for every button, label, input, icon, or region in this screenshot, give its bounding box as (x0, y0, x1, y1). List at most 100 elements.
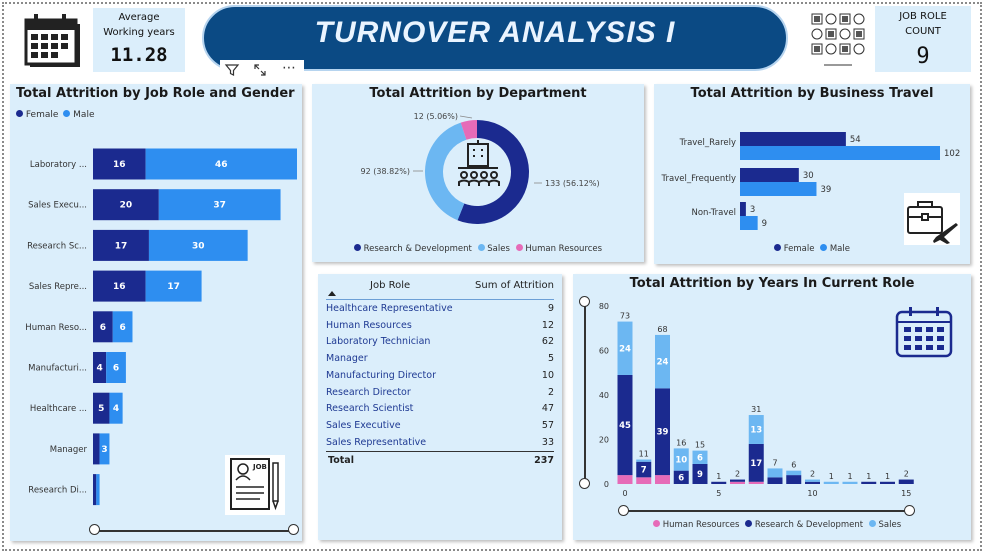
sort-arrow-icon[interactable] (328, 291, 336, 296)
data-label-male: 4 (113, 404, 119, 414)
data-label-male: 9 (762, 219, 767, 229)
table-cell-role: Manufacturing Director (326, 369, 436, 381)
data-label-male: 6 (113, 364, 119, 374)
bar-segment (767, 468, 783, 478)
table-cell-role: Research Scientist (326, 403, 414, 415)
svg-text:JOB: JOB (252, 463, 267, 471)
data-label-total: 6 (791, 461, 796, 470)
data-label-segment: 10 (675, 456, 687, 466)
data-label-segment: 39 (657, 428, 669, 438)
table-header-job-role[interactable]: Job Role (370, 280, 410, 291)
legend-yr-sales-label: Sales (878, 520, 902, 530)
bar-segment (748, 481, 764, 484)
y-tick-label: Non-Travel (691, 208, 736, 218)
more-options-icon[interactable]: ⋯ (279, 61, 299, 78)
x-tick-label: 10 (807, 489, 817, 498)
table-cell-value: 47 (541, 403, 554, 415)
table-total-divider (326, 451, 554, 452)
data-label-segment: 6 (697, 453, 703, 463)
y-tick-label: Sales Execu... (28, 201, 87, 211)
slice-label-sales: 92 (38.82%) (361, 167, 410, 176)
legend-dot-yr-rd (745, 520, 753, 527)
data-label-total: 7 (772, 458, 777, 467)
data-label-total: 16 (676, 438, 686, 447)
bar-female (740, 202, 746, 216)
slice-label-rd: 133 (56.12%) (545, 179, 600, 188)
table-cell-value: 9 (547, 303, 554, 314)
job-role-gender-title: Total Attrition by Job Role and Gender (16, 86, 295, 101)
bar-segment (786, 475, 802, 484)
data-label-male: 6 (119, 323, 125, 333)
years-horizontal-slider[interactable] (618, 505, 915, 516)
data-label-total: 1 (716, 472, 721, 481)
data-label-total: 2 (810, 470, 815, 479)
bar-segment (805, 479, 820, 482)
data-label-segment: 24 (619, 344, 631, 354)
job-role-range-slider[interactable] (89, 524, 299, 535)
hslider-handle-right[interactable] (904, 505, 915, 516)
bar-segment (636, 477, 652, 484)
vslider-handle-bottom[interactable] (579, 478, 590, 489)
table-row[interactable]: Sales Representative 33 (326, 435, 554, 452)
legend-dot-female (16, 110, 23, 117)
bar-segment (861, 481, 877, 484)
bar-segment (655, 475, 670, 484)
data-label-female: 16 (113, 282, 126, 292)
filter-icon[interactable] (224, 62, 240, 78)
table-cell-value: 62 (541, 336, 554, 348)
table-row[interactable]: Human Resources 12 (326, 318, 554, 335)
data-label-male: 37 (213, 201, 226, 211)
y-tick-label: Healthcare ... (30, 404, 87, 414)
table-row[interactable]: Manager 5 (326, 351, 554, 368)
kpi-role-count-label-1: JOB ROLE (899, 11, 947, 22)
legend-dot-male (63, 110, 71, 117)
y-tick-label: 0 (604, 480, 609, 489)
data-label-total: 1 (847, 472, 852, 481)
building-icon (452, 138, 504, 190)
data-label-female: 5 (98, 404, 104, 414)
bar-male (740, 146, 940, 160)
business-travel-legend: Female Male (774, 244, 850, 254)
data-label-female: 20 (120, 201, 133, 211)
data-label-male: 46 (215, 160, 228, 170)
table-row[interactable]: Laboratory Technician 62 (326, 334, 554, 351)
y-tick-label: Sales Repre... (29, 282, 87, 292)
legend-dot-yr-hr (653, 520, 660, 527)
hslider-handle-left[interactable] (618, 505, 629, 516)
job-resume-icon: JOB (225, 455, 285, 515)
bar-segment (636, 459, 652, 462)
table-cell-role: Sales Representative (326, 436, 427, 448)
job-role-gender-legend: Female Male (16, 110, 95, 120)
data-label-total: 1 (829, 472, 834, 481)
y-tick-label: 60 (599, 347, 609, 356)
table-cell-value: 10 (541, 369, 554, 381)
legend-dot-hr (515, 244, 523, 251)
slider-handle-right[interactable] (288, 524, 299, 535)
vslider-handle-top[interactable] (579, 296, 590, 307)
kpi-avg-years: Average Working years 11.28 (93, 8, 185, 72)
legend-male-label: Male (73, 110, 95, 120)
legend-dot-yr-sales (868, 520, 876, 527)
x-tick-label: 5 (716, 489, 721, 498)
table-row[interactable]: Research Scientist 47 (326, 401, 554, 418)
bar-female (740, 168, 799, 182)
focus-mode-icon[interactable] (252, 62, 268, 78)
table-cell-role: Healthcare Representative (326, 303, 453, 314)
bar-segment (730, 481, 745, 484)
table-row[interactable]: Manufacturing Director 10 (326, 368, 554, 385)
years-vertical-slider[interactable] (579, 296, 591, 490)
bar-male (96, 474, 100, 506)
table-row[interactable]: Research Director 2 (326, 385, 554, 402)
data-label-segment: 13 (750, 425, 762, 435)
table-row[interactable]: Healthcare Representative 9 (326, 301, 554, 318)
y-tick-label: Travel_Rarely (679, 138, 736, 148)
bar-female (93, 433, 100, 465)
legend-dot-bt-male (820, 244, 828, 251)
data-label-male: 39 (820, 185, 831, 195)
slider-handle-left[interactable] (89, 524, 100, 535)
slider-track (96, 530, 292, 532)
table-row[interactable]: Sales Executive 57 (326, 418, 554, 435)
table-cell-role: Manager (326, 353, 368, 365)
table-header-sum[interactable]: Sum of Attrition (475, 280, 554, 291)
years-role-legend: Human Resources Research & Development S… (653, 520, 901, 530)
